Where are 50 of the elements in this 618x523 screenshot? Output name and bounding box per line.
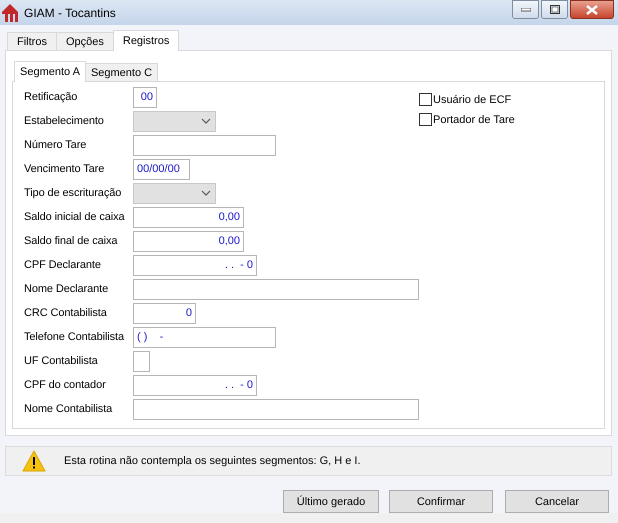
field-label: Nome Contabilista (24, 403, 114, 415)
app-logo-icon (2, 4, 18, 22)
field-label: Saldo inicial de caixa (24, 211, 126, 223)
close-button[interactable] (570, 0, 614, 19)
window-title: GIAM - Tocantins (24, 6, 117, 20)
input-field[interactable]: . . - 0 (133, 254, 257, 276)
input-field[interactable]: 0,00 (133, 230, 244, 252)
input-field[interactable]: 00/00/00 (133, 158, 190, 180)
input-field[interactable] (133, 278, 419, 300)
field-label: Vencimento Tare (24, 163, 106, 175)
tab[interactable]: Filtros (7, 32, 57, 50)
field-label: Telefone Contabilista (24, 331, 126, 343)
close-icon (586, 4, 598, 14)
field-label: CRC Contabilista (24, 307, 108, 319)
field-label: Saldo final de caixa (24, 235, 118, 247)
restore-icon (550, 5, 560, 14)
cancel-button[interactable]: Cancelar (505, 490, 609, 513)
input-field[interactable]: ( ) - (133, 326, 276, 348)
input-field[interactable]: 0,00 (133, 206, 244, 228)
field-label: UF Contabilista (24, 355, 99, 367)
field-label: CPF do contador (24, 379, 107, 391)
input-field[interactable] (133, 134, 276, 156)
input-field[interactable]: . . - 0 (133, 374, 257, 396)
field-label: Nome Declarante (24, 283, 110, 295)
warning-icon (22, 450, 46, 472)
input-field[interactable]: 0 (133, 302, 196, 324)
last-generated-button[interactable]: Último gerado (283, 490, 379, 513)
dropdown[interactable] (133, 182, 216, 204)
field-label: CPF Declarante (24, 259, 102, 271)
maximize-button[interactable] (541, 0, 568, 19)
tab[interactable]: Registros (112, 30, 180, 51)
input-field[interactable] (133, 350, 150, 372)
input-field[interactable]: 00 (133, 86, 157, 108)
checkbox[interactable]: Usuário de ECF (419, 93, 515, 106)
field-label: Número Tare (24, 139, 88, 151)
chevron-icon (201, 190, 211, 196)
field-label: Retificação (24, 91, 78, 103)
chevron-icon (201, 118, 211, 124)
field-label: Tipo de escrituração (24, 187, 122, 199)
confirm-button[interactable]: Confirmar (389, 490, 493, 513)
input-field[interactable] (133, 398, 419, 420)
tab[interactable]: Opções (56, 32, 114, 50)
dropdown[interactable] (133, 110, 216, 132)
minimize-icon (520, 8, 530, 12)
field-label: Estabelecimento (24, 115, 105, 127)
tab[interactable]: Segmento C (84, 63, 158, 81)
tab[interactable]: Segmento A (14, 61, 86, 82)
checkbox[interactable]: Portador de Tare (419, 113, 515, 126)
warning-message: Esta rotina não contempla os seguintes segmentos: G, H e I. (64, 455, 361, 467)
minimize-button[interactable] (512, 0, 539, 19)
